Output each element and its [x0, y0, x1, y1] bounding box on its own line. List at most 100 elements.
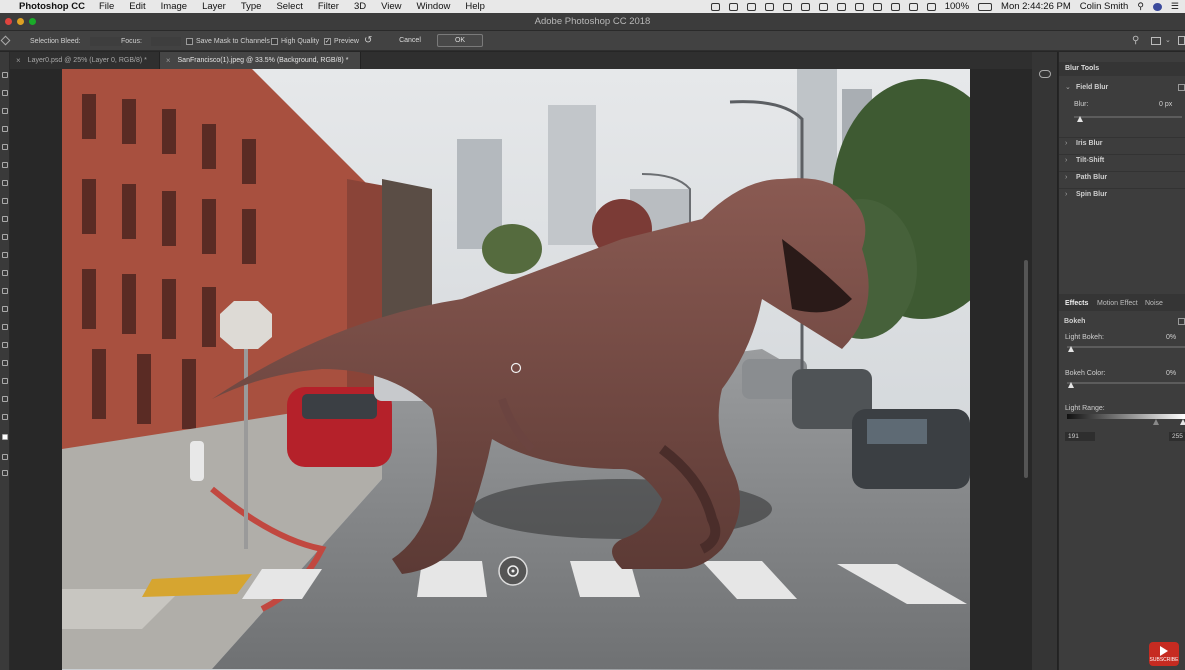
menu-select[interactable]: Select	[276, 1, 302, 12]
light-bokeh-value[interactable]: 0%	[1166, 334, 1176, 341]
chat-icon[interactable]	[836, 2, 846, 11]
screen-mode-icon[interactable]	[2, 470, 8, 476]
display-icon[interactable]	[782, 2, 792, 11]
chevron-right-icon[interactable]: ›	[1065, 140, 1073, 147]
eraser-tool-icon[interactable]	[2, 252, 8, 258]
spotlight-icon[interactable]: ⚲	[1137, 1, 1144, 12]
focus-field[interactable]	[151, 36, 182, 46]
healing-tool-icon[interactable]	[2, 180, 8, 186]
airplay-icon[interactable]	[890, 2, 900, 11]
stamp-tool-icon[interactable]	[2, 216, 8, 222]
share-icon[interactable]	[1178, 36, 1185, 45]
light-range-gradient[interactable]	[1067, 414, 1185, 419]
marquee-tool-icon[interactable]	[2, 90, 8, 96]
tab-layer0-psd[interactable]: × Layer0.psd @ 25% (Layer 0, RGB/8) *	[10, 52, 160, 69]
camera-icon[interactable]	[710, 2, 720, 11]
gradient-tool-icon[interactable]	[2, 270, 8, 276]
eyedropper-tool-icon[interactable]	[2, 162, 8, 168]
tab-noise[interactable]: Noise	[1145, 300, 1163, 307]
blur-tool-icon[interactable]	[2, 288, 8, 294]
battery-icon[interactable]	[978, 2, 993, 11]
zoom-tool-icon[interactable]	[2, 414, 8, 420]
vertical-scrollbar[interactable]	[1024, 260, 1028, 478]
volume-icon[interactable]	[926, 2, 936, 11]
blur-amount-value[interactable]: 0 px	[1159, 101, 1172, 108]
bokeh-color-value[interactable]: 0%	[1166, 370, 1176, 377]
tilt-shift-row[interactable]: › Tilt-Shift	[1059, 154, 1185, 166]
ok-button[interactable]: OK	[437, 34, 483, 47]
light-range-high-field[interactable]: 255	[1169, 432, 1185, 441]
blur-slider-thumb[interactable]	[1077, 116, 1083, 122]
reset-icon[interactable]: ↺	[364, 35, 372, 46]
crop-tool-icon[interactable]	[2, 144, 8, 150]
chevron-right-icon[interactable]: ›	[1065, 174, 1073, 181]
lasso-tool-icon[interactable]	[2, 108, 8, 114]
chevron-right-icon[interactable]: ›	[1065, 157, 1073, 164]
menu-file[interactable]: File	[99, 1, 114, 12]
quick-mask-icon[interactable]	[2, 454, 8, 460]
path-select-tool-icon[interactable]	[2, 360, 8, 366]
tab-effects[interactable]: Effects	[1065, 300, 1088, 307]
menu-view[interactable]: View	[381, 1, 401, 12]
save-mask-checkbox[interactable]	[186, 37, 193, 45]
blur-slider-track[interactable]	[1074, 116, 1182, 118]
search-icon[interactable]: ⚲	[1132, 35, 1139, 46]
tab-motion-effect[interactable]: Motion Effect	[1097, 300, 1138, 307]
parking-icon[interactable]	[818, 2, 828, 11]
creative-cloud-icon[interactable]	[746, 2, 756, 11]
bokeh-checkbox[interactable]	[1178, 318, 1185, 325]
light-range-low-thumb[interactable]	[1153, 419, 1159, 425]
chevron-down-icon[interactable]: ⌄	[1065, 83, 1073, 91]
preview-option[interactable]: ✓ Preview	[324, 31, 359, 51]
menu-help[interactable]: Help	[465, 1, 485, 12]
shape-tool-icon[interactable]	[2, 378, 8, 384]
move-tool-icon[interactable]	[2, 72, 8, 78]
spin-blur-row[interactable]: › Spin Blur	[1059, 188, 1185, 200]
foreground-color-swatch[interactable]	[2, 434, 8, 440]
tab-sanfrancisco-jpeg[interactable]: × SanFrancisco(1).jpeg @ 33.5% (Backgrou…	[159, 52, 362, 69]
type-tool-icon[interactable]	[2, 342, 8, 348]
notification-center-icon[interactable]: ☰	[1171, 1, 1179, 12]
menu-type[interactable]: Type	[241, 1, 262, 12]
user-name[interactable]: Colin Smith	[1080, 1, 1129, 12]
high-quality-checkbox[interactable]	[271, 37, 278, 45]
save-mask-option[interactable]: Save Mask to Channels	[186, 31, 270, 51]
bokeh-color-slider-thumb[interactable]	[1068, 382, 1074, 388]
close-tab-icon[interactable]: ×	[16, 56, 21, 65]
menu-3d[interactable]: 3D	[354, 1, 366, 12]
iris-blur-row[interactable]: › Iris Blur	[1059, 137, 1185, 149]
cancel-button[interactable]: Cancel	[390, 34, 430, 47]
menu-layer[interactable]: Layer	[202, 1, 226, 12]
light-bokeh-slider-thumb[interactable]	[1068, 346, 1074, 352]
light-range-low-field[interactable]: 191	[1065, 432, 1095, 441]
document-canvas[interactable]	[62, 69, 970, 670]
selection-bleed-field[interactable]	[89, 36, 122, 46]
clock[interactable]: Mon 2:44:26 PM	[1001, 1, 1071, 12]
dropbox-icon[interactable]	[728, 2, 738, 11]
workspace-icon[interactable]	[1151, 37, 1161, 45]
info-icon[interactable]	[800, 2, 810, 11]
history-brush-tool-icon[interactable]	[2, 234, 8, 240]
app-menu[interactable]: Photoshop CC	[19, 1, 85, 12]
sync-icon[interactable]	[764, 2, 774, 11]
light-bokeh-slider-track[interactable]	[1067, 346, 1185, 348]
high-quality-option[interactable]: High Quality	[271, 31, 319, 51]
menu-filter[interactable]: Filter	[318, 1, 339, 12]
minimize-window-button[interactable]	[17, 18, 24, 25]
workspace-chevron-down-icon[interactable]: ⌄	[1165, 36, 1171, 44]
dodge-tool-icon[interactable]	[2, 306, 8, 312]
close-window-button[interactable]	[5, 18, 12, 25]
bluetooth-icon[interactable]	[872, 2, 882, 11]
preview-checkbox[interactable]: ✓	[324, 37, 331, 45]
pen-tool-icon[interactable]	[2, 324, 8, 330]
quick-select-tool-icon[interactable]	[2, 126, 8, 132]
field-blur-checkbox[interactable]	[1178, 83, 1185, 91]
menu-image[interactable]: Image	[161, 1, 187, 12]
hand-tool-icon[interactable]	[2, 396, 8, 402]
path-blur-row[interactable]: › Path Blur	[1059, 171, 1185, 183]
zoom-window-button[interactable]	[29, 18, 36, 25]
wifi-icon[interactable]	[908, 2, 918, 11]
bokeh-color-slider-track[interactable]	[1067, 382, 1185, 384]
time-machine-icon[interactable]	[854, 2, 864, 11]
close-tab-icon[interactable]: ×	[166, 56, 171, 65]
